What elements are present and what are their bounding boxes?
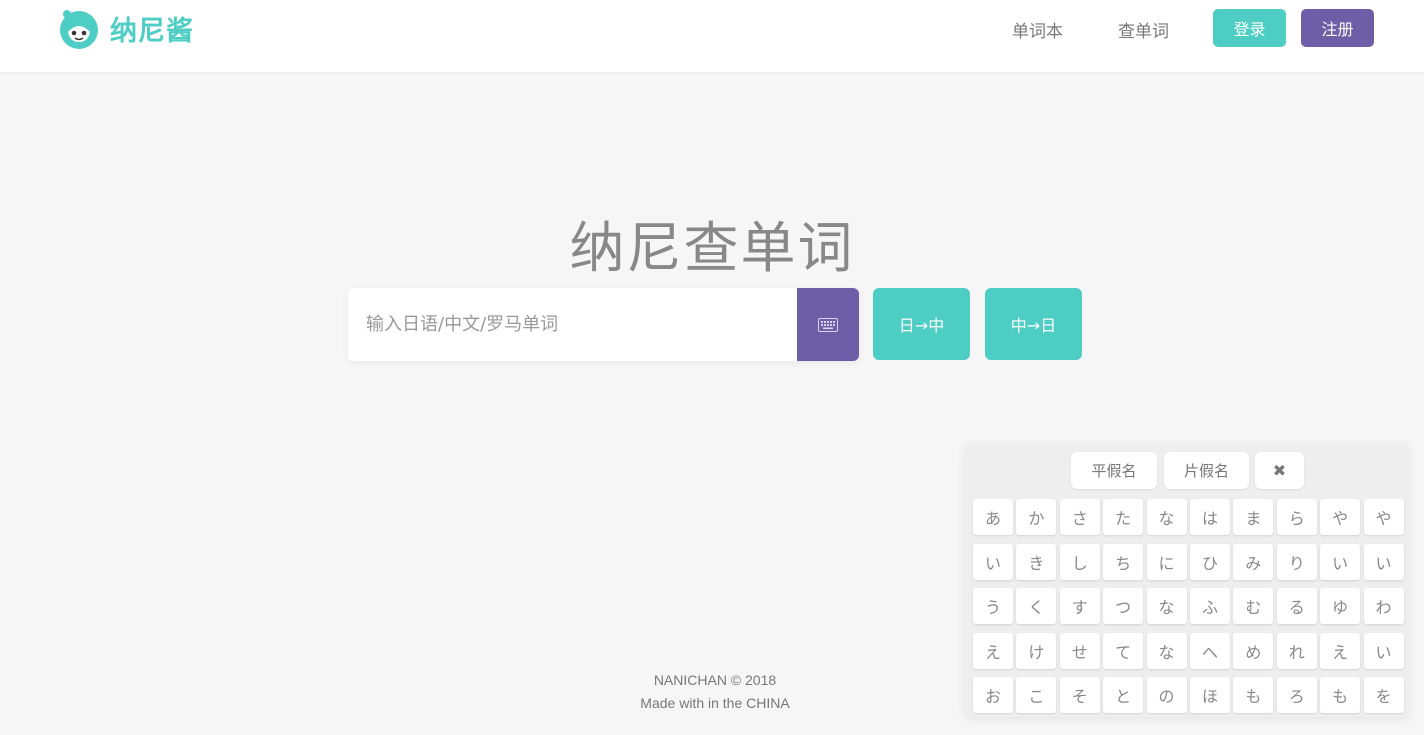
kana-key[interactable]: あ xyxy=(973,499,1013,535)
kana-key[interactable]: み xyxy=(1233,543,1274,580)
kana-key[interactable]: は xyxy=(1189,499,1230,535)
kana-key[interactable]: ひ xyxy=(1189,543,1230,580)
kana-key[interactable]: め xyxy=(1233,632,1274,669)
kana-key[interactable]: こ xyxy=(1016,677,1057,714)
kana-key[interactable]: か xyxy=(1016,499,1057,535)
tab-hiragana[interactable]: 平假名 xyxy=(1071,452,1157,489)
kana-key[interactable]: ふ xyxy=(1189,588,1230,625)
kana-key[interactable]: く xyxy=(1016,588,1057,625)
kana-key[interactable]: を xyxy=(1363,677,1404,714)
kana-key[interactable]: れ xyxy=(1276,632,1317,669)
kana-key[interactable]: の xyxy=(1146,677,1187,714)
kana-key[interactable]: や xyxy=(1320,499,1361,535)
kana-key[interactable]: し xyxy=(1059,543,1100,580)
search-input[interactable] xyxy=(348,288,797,361)
kana-key-grid: あかさたなはまらややいきしちにひみりいいうくすつなふむるゆわえけせてなへめれえい… xyxy=(973,499,1404,714)
kana-key[interactable]: な xyxy=(1146,632,1187,669)
jp-to-cn-button[interactable]: 日→中 xyxy=(873,288,970,360)
footer: NANICHAN © 2018 Made with in the CHINA xyxy=(565,669,865,715)
keyboard-toggle-button[interactable] xyxy=(797,288,859,361)
kana-key[interactable]: り xyxy=(1276,543,1317,580)
kana-key[interactable]: い xyxy=(973,543,1013,580)
kana-key[interactable]: お xyxy=(973,677,1013,714)
logo[interactable]: 纳尼酱 xyxy=(56,6,194,50)
logo-text: 纳尼酱 xyxy=(110,15,194,47)
search-bar xyxy=(348,288,859,361)
kana-key[interactable]: な xyxy=(1146,588,1187,625)
kana-key[interactable]: う xyxy=(973,588,1013,625)
tab-katakana[interactable]: 片假名 xyxy=(1164,452,1249,489)
kana-key[interactable]: す xyxy=(1059,588,1100,625)
kana-key[interactable]: い xyxy=(1363,632,1404,669)
kana-key[interactable]: ろ xyxy=(1276,677,1317,714)
footer-tagline: Made with in the CHINA xyxy=(640,695,790,711)
nav-lookup[interactable]: 查单词 xyxy=(1118,17,1169,42)
kana-key[interactable]: わ xyxy=(1363,588,1404,625)
kana-key[interactable]: け xyxy=(1016,632,1057,669)
kana-key[interactable]: ま xyxy=(1233,499,1274,535)
kana-keyboard-panel: 平假名 片假名 ✖ あかさたなはまらややいきしちにひみりいいうくすつなふむるゆわ… xyxy=(965,443,1409,717)
login-button[interactable]: 登录 xyxy=(1213,9,1286,47)
kana-key[interactable]: え xyxy=(973,632,1013,669)
kana-key[interactable]: や xyxy=(1363,499,1404,535)
kana-key[interactable]: も xyxy=(1233,677,1274,714)
kana-key[interactable]: え xyxy=(1320,632,1361,669)
top-navbar: 纳尼酱 单词本 查单词 登录 注册 xyxy=(0,0,1424,72)
kana-key[interactable]: な xyxy=(1146,499,1187,535)
kana-key[interactable]: も xyxy=(1320,677,1361,714)
kana-key[interactable]: そ xyxy=(1059,677,1100,714)
kana-key[interactable]: さ xyxy=(1059,499,1100,535)
footer-copyright: NANICHAN © 2018 xyxy=(653,672,777,688)
keyboard-icon xyxy=(818,317,838,332)
mascot-logo-icon xyxy=(60,10,98,49)
kana-keyboard-tabs: 平假名 片假名 ✖ xyxy=(965,452,1409,489)
cn-to-jp-button[interactable]: 中→日 xyxy=(985,288,1082,360)
register-button[interactable]: 注册 xyxy=(1301,9,1374,47)
kana-key[interactable]: む xyxy=(1233,588,1274,625)
kana-key[interactable]: い xyxy=(1363,543,1404,580)
kana-key[interactable]: せ xyxy=(1059,632,1100,669)
kana-key[interactable]: ち xyxy=(1103,543,1144,580)
kana-key[interactable]: へ xyxy=(1189,632,1230,669)
close-keyboard-button[interactable]: ✖ xyxy=(1255,452,1304,489)
kana-key[interactable]: ほ xyxy=(1189,677,1230,714)
kana-key[interactable]: ら xyxy=(1276,499,1317,535)
close-icon: ✖ xyxy=(1272,461,1287,480)
kana-key[interactable]: た xyxy=(1103,499,1144,535)
kana-key[interactable]: き xyxy=(1016,543,1057,580)
page-title: 纳尼查单词 xyxy=(569,216,855,280)
kana-key[interactable]: い xyxy=(1320,543,1361,580)
kana-key[interactable]: つ xyxy=(1103,588,1144,625)
kana-key[interactable]: に xyxy=(1146,543,1187,580)
kana-key[interactable]: ゆ xyxy=(1320,588,1361,625)
kana-key[interactable]: と xyxy=(1103,677,1144,714)
kana-key[interactable]: る xyxy=(1276,588,1317,625)
nav-wordbook[interactable]: 单词本 xyxy=(1012,17,1063,42)
kana-key[interactable]: て xyxy=(1103,632,1144,669)
